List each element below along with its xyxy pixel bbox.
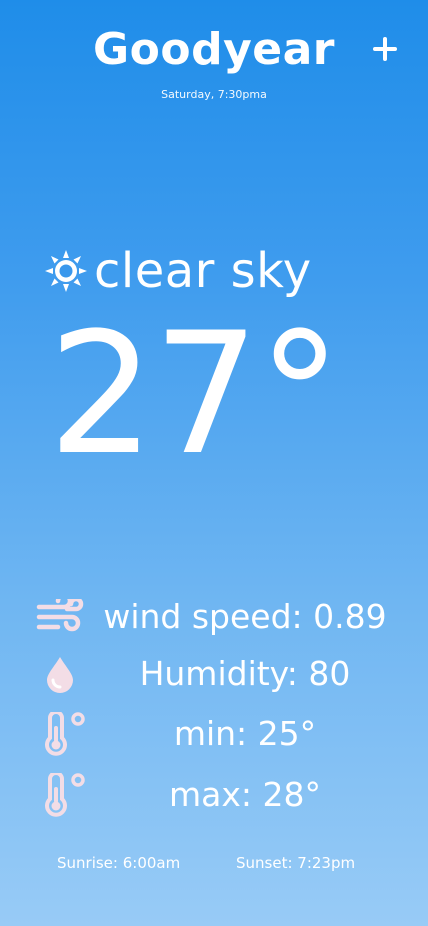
current-temperature: 27° xyxy=(48,296,342,492)
condition-label: clear sky xyxy=(94,243,312,299)
city-title: Goodyear xyxy=(93,24,335,75)
wind-icon xyxy=(36,593,92,641)
sun-times: Sunrise: 6:00am Sunset: 7:23pm xyxy=(0,852,428,874)
humidity-label: Humidity: 80 xyxy=(139,654,351,693)
max-temp-label: max: 28° xyxy=(169,775,321,814)
stat-wind-speed: wind speed: 0.89 xyxy=(0,593,428,641)
stat-humidity: Humidity: 80 xyxy=(0,650,428,698)
weather-condition: clear sky xyxy=(44,240,312,302)
date-time: Saturday, 7:30pma xyxy=(161,88,267,101)
plus-icon xyxy=(372,36,398,62)
sunset-label: Sunset: 7:23pm xyxy=(236,854,356,872)
stat-min-temp: min: 25° xyxy=(0,710,428,758)
min-temp-label: min: 25° xyxy=(173,714,317,753)
humidity-drop-icon xyxy=(36,650,100,698)
add-location-button[interactable] xyxy=(366,29,404,69)
sun-icon xyxy=(44,249,88,293)
thermometer-icon xyxy=(36,710,98,758)
stat-max-temp: max: 28° xyxy=(0,771,428,819)
thermometer-icon xyxy=(36,771,98,819)
sunrise-label: Sunrise: 6:00am xyxy=(57,854,181,872)
wind-speed-label: wind speed: 0.89 xyxy=(103,597,387,636)
